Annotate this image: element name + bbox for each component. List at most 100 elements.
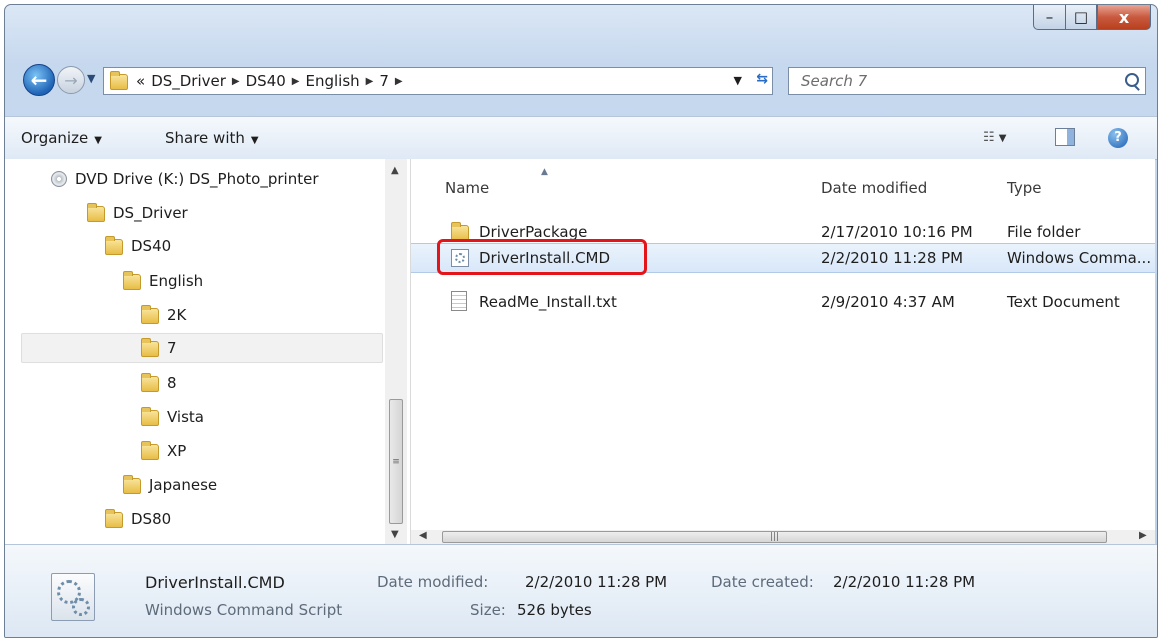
column-header-name[interactable]: Name: [445, 179, 489, 197]
column-header-date-modified[interactable]: Date modified: [821, 179, 927, 197]
folder-icon: [105, 508, 123, 528]
details-date-modified-label: Date modified:: [377, 573, 489, 591]
file-list-pane: ▲ Name Date modified Type DriverPackage …: [411, 159, 1155, 544]
tree-item-label: Vista: [167, 408, 204, 426]
tree-item-2k[interactable]: 2K: [141, 301, 186, 329]
close-button[interactable]: x: [1097, 5, 1151, 30]
details-pane: DriverInstall.CMD Windows Command Script…: [5, 544, 1157, 637]
scrollbar-thumb[interactable]: |||: [442, 531, 1107, 543]
breadcrumb-ds40[interactable]: DS40: [246, 72, 286, 90]
file-type: Text Document: [1007, 293, 1120, 311]
horizontal-scrollbar[interactable]: ◀ ||| ▶: [411, 530, 1155, 544]
tree-item-label: DS_Driver: [113, 204, 188, 222]
tree-item-label: 7: [167, 339, 177, 357]
share-with-label: Share with: [165, 129, 245, 147]
minimize-button[interactable]: –: [1033, 5, 1065, 30]
share-with-button[interactable]: Share with ▼: [165, 129, 259, 147]
tree-item-label: DS40: [131, 237, 172, 255]
window-caption-buttons: – □ x: [1033, 5, 1151, 30]
chevron-down-icon: ▼: [250, 135, 259, 146]
folder-icon: [141, 406, 159, 426]
organize-button[interactable]: Organize ▼: [21, 129, 102, 147]
folder-icon: [141, 440, 159, 460]
scrollbar-thumb[interactable]: ≡: [389, 399, 403, 524]
details-date-modified: 2/2/2010 11:28 PM: [525, 573, 668, 591]
tree-item-ds80[interactable]: DS80: [105, 505, 171, 533]
chevron-right-icon[interactable]: ▶: [395, 76, 403, 87]
details-date-created: 2/2/2010 11:28 PM: [833, 573, 976, 591]
address-bar[interactable]: « DS_Driver ▶ DS40 ▶ English ▶ 7 ▶ ▼ ⇆: [103, 67, 773, 95]
preview-pane-icon[interactable]: [1055, 128, 1075, 150]
refresh-icon[interactable]: ⇆: [756, 71, 768, 87]
explorer-window: – □ x ← → ▼ « DS_Driver ▶ DS40 ▶ English…: [4, 4, 1158, 638]
search-placeholder: Search 7: [801, 72, 868, 90]
scroll-right-arrow-icon[interactable]: ▶: [1139, 530, 1147, 541]
chevron-right-icon[interactable]: ▶: [366, 76, 374, 87]
folder-icon: [141, 304, 159, 324]
scroll-up-arrow-icon[interactable]: ▲: [391, 165, 399, 176]
tree-item-7[interactable]: 7: [141, 334, 177, 362]
tree-item-ds40[interactable]: DS40: [105, 232, 171, 260]
organize-label: Organize: [21, 129, 89, 147]
details-size: 526 bytes: [517, 601, 592, 619]
tree-item-dvd-drive[interactable]: DVD Drive (K:) DS_Photo_printer: [51, 165, 319, 193]
file-type: File folder: [1007, 223, 1081, 241]
view-options-icon[interactable]: ☷ ▼: [983, 130, 1007, 145]
recent-pages-dropdown-icon[interactable]: ▼: [87, 72, 95, 85]
tree-item-vista[interactable]: Vista: [141, 403, 204, 431]
details-file-name: DriverInstall.CMD: [145, 573, 285, 592]
file-row[interactable]: ReadMe_Install.txt 2/9/2010 4:37 AM Text…: [411, 287, 1155, 317]
tree-item-label: DVD Drive (K:) DS_Photo_printer: [75, 170, 319, 188]
maximize-button[interactable]: □: [1065, 5, 1097, 30]
text-file-icon: [451, 291, 467, 315]
cmd-script-icon: [51, 573, 95, 621]
help-icon[interactable]: ?: [1108, 127, 1128, 148]
tree-selection-highlight: [21, 333, 383, 363]
breadcrumb-7[interactable]: 7: [379, 72, 389, 90]
file-name: ReadMe_Install.txt: [479, 293, 617, 311]
folder-icon: [123, 270, 141, 290]
tree-item-english[interactable]: English: [123, 267, 203, 295]
folder-icon: [110, 70, 128, 90]
folder-icon: [141, 337, 159, 357]
tree-item-label: Japanese: [149, 476, 218, 494]
red-highlight-box: [437, 239, 647, 275]
breadcrumb-overflow[interactable]: «: [136, 72, 145, 90]
scroll-down-arrow-icon[interactable]: ▼: [391, 529, 399, 540]
tree-item-label: XP: [167, 442, 187, 460]
tree-item-ds-driver[interactable]: DS_Driver: [87, 199, 188, 227]
breadcrumb: « DS_Driver ▶ DS40 ▶ English ▶ 7 ▶: [136, 72, 403, 90]
tree-item-8[interactable]: 8: [141, 369, 177, 397]
chevron-down-icon: ▼: [94, 135, 102, 146]
breadcrumb-english[interactable]: English: [306, 72, 360, 90]
back-button[interactable]: ←: [23, 64, 55, 96]
forward-button[interactable]: →: [57, 66, 85, 94]
tree-item-label: English: [149, 272, 204, 290]
tree-item-japanese[interactable]: Japanese: [123, 471, 217, 499]
address-dropdown-icon[interactable]: ▼: [734, 74, 742, 87]
navigation-pane: DVD Drive (K:) DS_Photo_printer DS_Drive…: [5, 159, 411, 544]
file-date: 2/9/2010 4:37 AM: [821, 293, 955, 311]
tree-item-label: DS80: [131, 510, 172, 528]
details-date-created-label: Date created:: [711, 573, 814, 591]
file-date: 2/17/2010 10:16 PM: [821, 223, 973, 241]
navigation-bar: ← → ▼ « DS_Driver ▶ DS40 ▶ English ▶ 7 ▶…: [5, 57, 1157, 103]
column-header-type[interactable]: Type: [1007, 179, 1041, 197]
chevron-right-icon[interactable]: ▶: [292, 76, 300, 87]
dvd-drive-icon: [51, 171, 67, 187]
search-icon[interactable]: [1125, 73, 1139, 87]
breadcrumb-ds-driver[interactable]: DS_Driver: [151, 72, 226, 90]
sort-ascending-icon: ▲: [541, 167, 548, 177]
tree-item-label: 8: [167, 374, 177, 392]
folder-icon: [87, 202, 105, 222]
scroll-left-arrow-icon[interactable]: ◀: [419, 530, 427, 541]
chevron-right-icon[interactable]: ▶: [232, 76, 240, 87]
tree-item-label: 2K: [167, 306, 187, 324]
command-bar: Organize ▼ Share with ▼ ☷ ▼ ?: [5, 116, 1157, 160]
file-type: Windows Comma...: [1007, 249, 1152, 267]
navigation-scrollbar[interactable]: ▲ ≡ ▼: [385, 159, 407, 544]
search-input[interactable]: Search 7: [788, 67, 1146, 95]
tree-item-xp[interactable]: XP: [141, 437, 186, 465]
folder-icon: [141, 372, 159, 392]
folder-icon: [105, 235, 123, 255]
